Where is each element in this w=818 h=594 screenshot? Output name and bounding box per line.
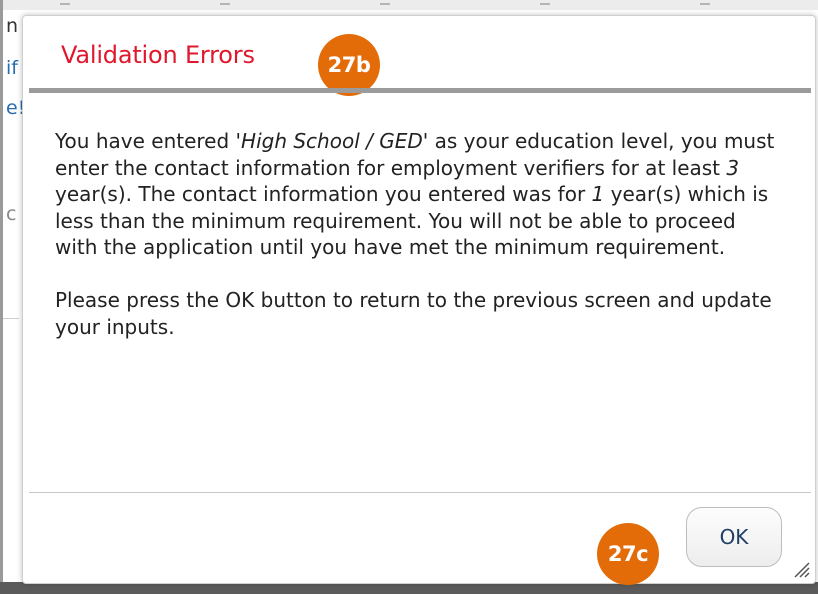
validation-errors-dialog: Validation Errors 27b You have entered '… (22, 15, 816, 585)
background-left-edge (0, 0, 3, 594)
dialog-title: Validation Errors (61, 41, 255, 69)
education-level-value: High School / GED (241, 129, 423, 153)
required-years-value: 3 (726, 155, 740, 180)
entered-years-value: 1 (591, 182, 605, 206)
callout-badge-27b: 27b (318, 34, 380, 96)
background-text-fragment: c (6, 203, 17, 225)
title-divider (29, 88, 811, 93)
instruction-paragraph: Please press the OK button to return to … (55, 288, 772, 339)
error-message-paragraph: You have entered 'High School / GED' as … (55, 129, 775, 259)
resize-handle-icon[interactable] (789, 557, 811, 579)
background-text-fragment: n (6, 15, 19, 37)
dialog-message: You have entered 'High School / GED' as … (55, 128, 780, 340)
footer-divider (29, 492, 811, 493)
background-top-band (0, 0, 818, 10)
background-link-fragment: if (6, 57, 18, 79)
background-divider (3, 318, 19, 319)
ok-button[interactable]: OK (686, 507, 782, 567)
callout-badge-27c: 27c (597, 523, 659, 585)
